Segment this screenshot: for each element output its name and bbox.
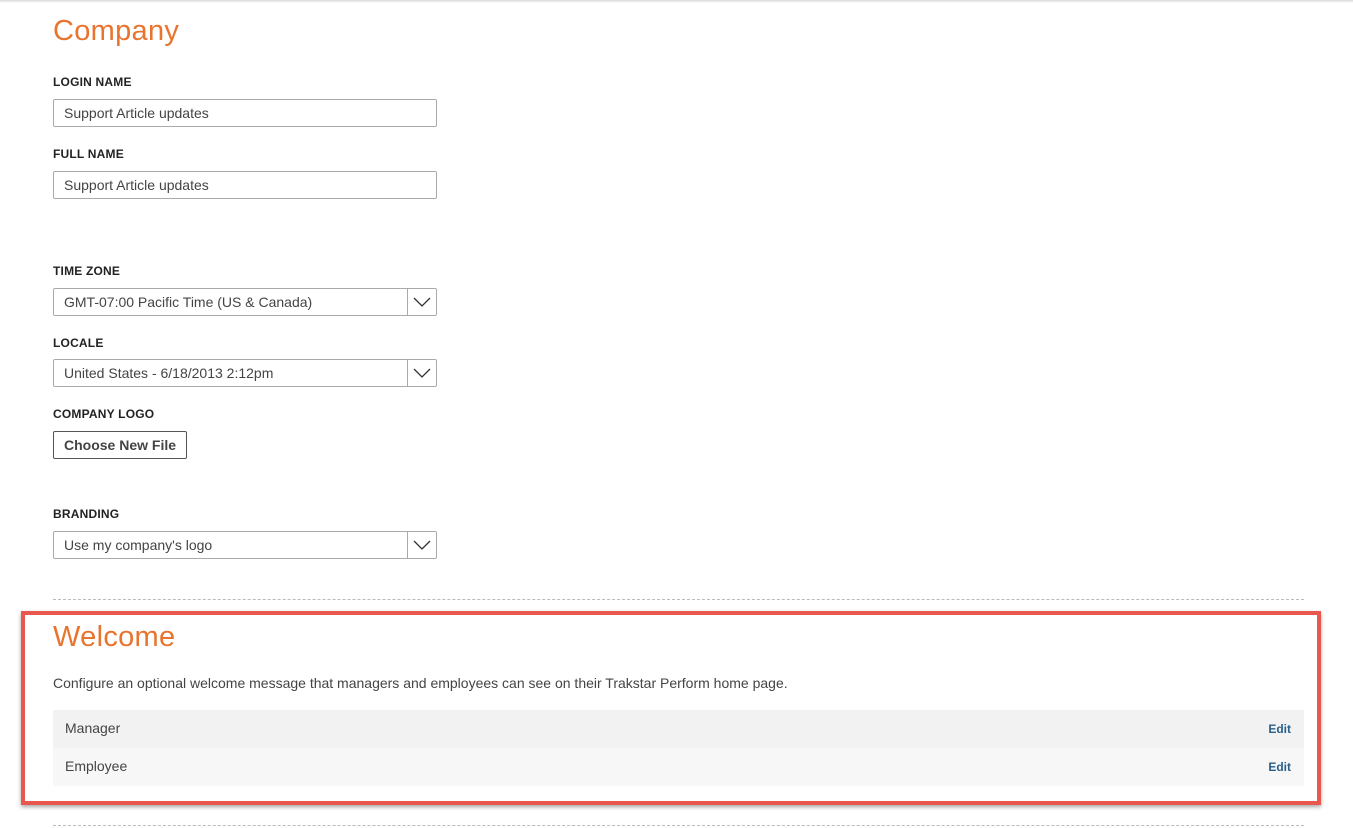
locale-select[interactable]: United States - 6/18/2013 2:12pm [53, 359, 437, 387]
login-name-input[interactable] [53, 99, 437, 127]
choose-new-file-button[interactable]: Choose New File [53, 431, 188, 459]
section-divider [53, 599, 1304, 600]
time-zone-select[interactable]: GMT-07:00 Pacific Time (US & Canada) [53, 288, 437, 316]
company-section-title: Company [53, 15, 180, 47]
time-zone-label: TIME ZONE [53, 264, 121, 278]
chevron-down-icon[interactable] [407, 289, 436, 315]
edit-manager-message-link[interactable]: Edit [1268, 710, 1291, 748]
time-zone-selected-value: GMT-07:00 Pacific Time (US & Canada) [64, 294, 313, 310]
welcome-message-row-manager: Manager Edit [53, 710, 1304, 748]
branding-select[interactable]: Use my company's logo [53, 531, 437, 559]
branding-selected-value: Use my company's logo [64, 537, 213, 553]
welcome-description: Configure an optional welcome message th… [53, 675, 788, 691]
full-name-input[interactable] [53, 171, 437, 199]
locale-label: LOCALE [53, 336, 104, 350]
section-divider [53, 825, 1304, 826]
locale-selected-value: United States - 6/18/2013 2:12pm [64, 365, 274, 381]
welcome-section-title: Welcome [53, 621, 176, 653]
top-shadow [0, 0, 1353, 3]
full-name-label: FULL NAME [53, 147, 124, 161]
welcome-message-row-employee: Employee Edit [53, 748, 1304, 786]
chevron-down-icon[interactable] [407, 532, 436, 558]
edit-employee-message-link[interactable]: Edit [1268, 748, 1291, 786]
branding-label: BRANDING [53, 507, 120, 521]
company-logo-label: COMPANY LOGO [53, 407, 155, 421]
login-name-label: LOGIN NAME [53, 75, 132, 89]
chevron-down-icon[interactable] [407, 360, 436, 386]
company-settings-page: Company LOGIN NAME FULL NAME TIME ZONE G… [0, 0, 1353, 828]
welcome-message-name: Employee [65, 758, 128, 774]
welcome-message-name: Manager [65, 720, 121, 736]
